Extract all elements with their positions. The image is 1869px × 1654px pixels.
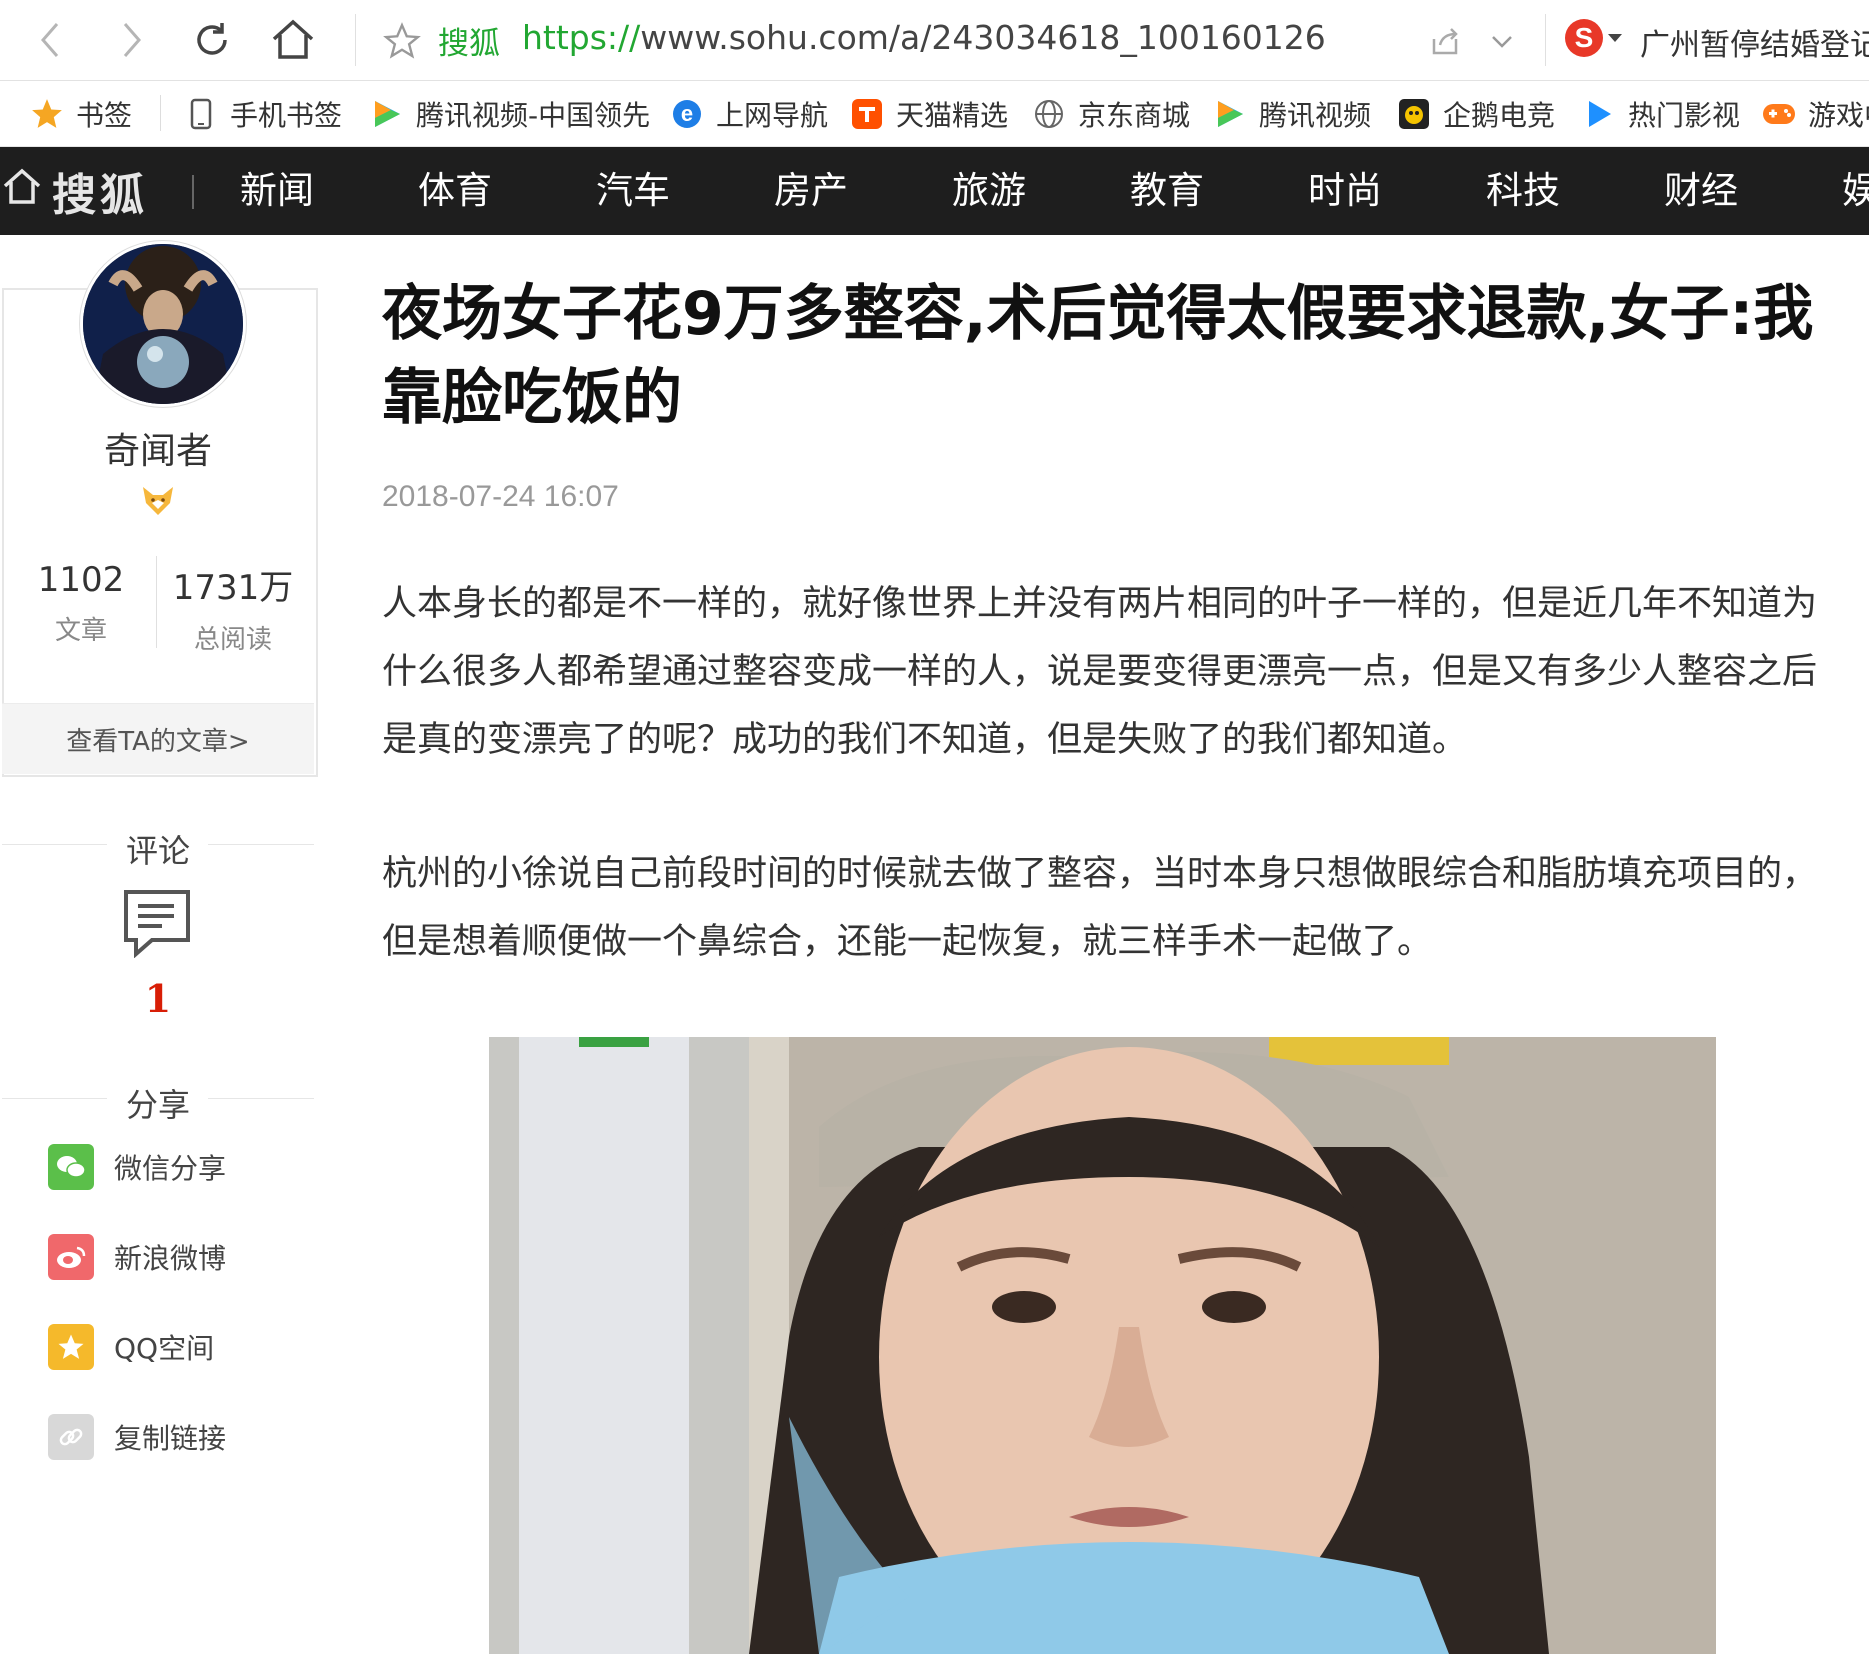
bookmark-item[interactable]: e 上网导航: [670, 81, 828, 146]
address-bar-url[interactable]: https://www.sohu.com/a/243034618_1001601…: [522, 18, 1326, 57]
bookmark-star-icon[interactable]: [383, 22, 421, 64]
bookmark-label: 上网导航: [716, 98, 829, 132]
link-icon: [48, 1414, 94, 1460]
comment-count[interactable]: 1: [0, 976, 316, 1021]
bookmark-item[interactable]: 腾讯视频: [1213, 81, 1371, 146]
stat-articles: 1102 文章: [6, 560, 156, 647]
address-site-name: 搜狐: [438, 26, 500, 62]
ie-icon: e: [670, 97, 704, 131]
bookmarks-bar: 书签 手机书签 腾讯视频-中国领先 e 上网导航 天猫精选 京东商城 腾讯视频 …: [0, 81, 1869, 147]
weibo-icon: [48, 1234, 94, 1280]
forward-icon[interactable]: [112, 18, 152, 62]
sohu-logo-text: 搜狐: [52, 170, 148, 221]
reads-count: 1731万: [172, 568, 294, 608]
phone-icon: [184, 97, 218, 131]
articles-label: 文章: [54, 616, 107, 646]
share-title: 分享: [125, 1086, 190, 1124]
wechat-icon: [48, 1144, 94, 1190]
star-icon: [30, 97, 64, 131]
reads-label: 总阅读: [193, 625, 272, 655]
bookmark-item[interactable]: 企鹅电竞: [1397, 81, 1555, 146]
bookmark-label: 天猫精选: [896, 98, 1009, 132]
nav-item-travel[interactable]: 旅游: [952, 147, 1026, 235]
url-protocol: https://: [522, 18, 641, 57]
tencent-video-icon: [1213, 97, 1247, 131]
sogou-search-icon[interactable]: S: [1565, 19, 1603, 57]
home-icon[interactable]: [268, 14, 318, 64]
bookmark-label: 腾讯视频: [1259, 98, 1372, 132]
article-timestamp: 2018-07-24 16:07: [382, 480, 619, 513]
penguin-esports-icon: [1397, 97, 1431, 131]
refresh-icon[interactable]: [188, 16, 236, 64]
chevron-down-icon[interactable]: [1485, 22, 1519, 62]
play-icon: [1582, 97, 1616, 131]
view-articles-link[interactable]: 查看TA的文章>: [2, 703, 314, 774]
share-weibo[interactable]: 新浪微博: [48, 1232, 226, 1282]
stat-reads: 1731万 总阅读: [158, 560, 308, 656]
bookmark-label: 书签: [76, 98, 133, 132]
tencent-video-icon: [370, 97, 404, 131]
search-engine-caret-icon[interactable]: [1608, 34, 1622, 42]
globe-icon: [1032, 97, 1066, 131]
bookmark-item[interactable]: 热门影视: [1582, 81, 1740, 146]
author-name[interactable]: 奇闻者: [0, 422, 316, 474]
bookmark-item[interactable]: 书签: [30, 81, 132, 146]
article-paragraph: 杭州的小徐说自己前段时间的时候就去做了整容，当时本身只想做眼综合和脂肪填充项目的…: [382, 854, 1818, 962]
share-wechat[interactable]: 微信分享: [48, 1142, 226, 1192]
share-copy-link[interactable]: 复制链接: [48, 1412, 226, 1462]
article-title: 夜场女子花9万多整容,术后觉得太假要求退款,女子:我靠脸吃饭的: [382, 279, 1814, 433]
tmall-icon: [850, 97, 884, 131]
nav-item-news[interactable]: 新闻: [240, 147, 314, 235]
bookmark-item[interactable]: 天猫精选: [850, 81, 1008, 146]
browser-toolbar: 搜狐 https://www.sohu.com/a/243034618_1001…: [0, 0, 1869, 81]
share-label: 新浪微博: [114, 1242, 227, 1275]
fox-badge-icon: [140, 483, 176, 519]
article-photo: [489, 1037, 1716, 1654]
bookmark-item[interactable]: 京东商城: [1032, 81, 1190, 146]
nav-item-auto[interactable]: 汽车: [596, 147, 670, 235]
bookmark-item[interactable]: 手机书签: [184, 81, 342, 146]
articles-count: 1102: [37, 560, 125, 600]
share-label: 复制链接: [114, 1422, 227, 1455]
qzone-icon: [48, 1324, 94, 1370]
back-icon[interactable]: [30, 18, 70, 62]
article-paragraph: 人本身长的都是不一样的，就好像世界上并没有两片相同的叶子一样的，但是近几年不知道…: [382, 584, 1818, 760]
nav-item-tech[interactable]: 科技: [1486, 147, 1560, 235]
author-avatar[interactable]: [80, 241, 246, 407]
bookmark-label: 游戏中: [1808, 98, 1869, 132]
nav-item-fashion[interactable]: 时尚: [1308, 147, 1382, 235]
svg-text:e: e: [681, 101, 693, 126]
hot-search-text[interactable]: 广州暂停结婚登记: [1640, 20, 1869, 64]
bookmark-label: 企鹅电竞: [1443, 98, 1556, 132]
gamepad-icon: [1762, 97, 1796, 131]
nav-item-sports[interactable]: 体育: [418, 147, 492, 235]
nav-item-house[interactable]: 房产: [774, 147, 848, 235]
bookmark-item[interactable]: 游戏中: [1762, 81, 1869, 146]
share-label: QQ空间: [114, 1332, 215, 1365]
bookmark-label: 手机书签: [230, 98, 343, 132]
bookmark-label: 热门影视: [1628, 98, 1741, 132]
sohu-nav-bar: 搜狐 新闻 体育 汽车 房产 旅游 教育 时尚 科技 财经 娱乐: [0, 147, 1869, 235]
bookmark-label: 腾讯视频-中国领先: [416, 98, 651, 132]
share-label: 微信分享: [114, 1152, 227, 1185]
nav-item-finance[interactable]: 财经: [1664, 147, 1738, 235]
comments-title: 评论: [125, 832, 190, 870]
share-qzone[interactable]: QQ空间: [48, 1322, 214, 1372]
url-path: www.sohu.com/a/243034618_100160126: [640, 18, 1326, 57]
nav-item-entertainment[interactable]: 娱乐: [1842, 147, 1869, 235]
share-page-icon[interactable]: [1425, 22, 1465, 62]
bookmark-item[interactable]: 腾讯视频-中国领先: [370, 81, 650, 146]
bookmark-label: 京东商城: [1078, 98, 1191, 132]
sohu-logo[interactable]: 搜狐: [0, 147, 148, 235]
nav-item-education[interactable]: 教育: [1130, 147, 1204, 235]
comment-icon[interactable]: [122, 888, 192, 959]
home-icon: [2, 166, 42, 217]
